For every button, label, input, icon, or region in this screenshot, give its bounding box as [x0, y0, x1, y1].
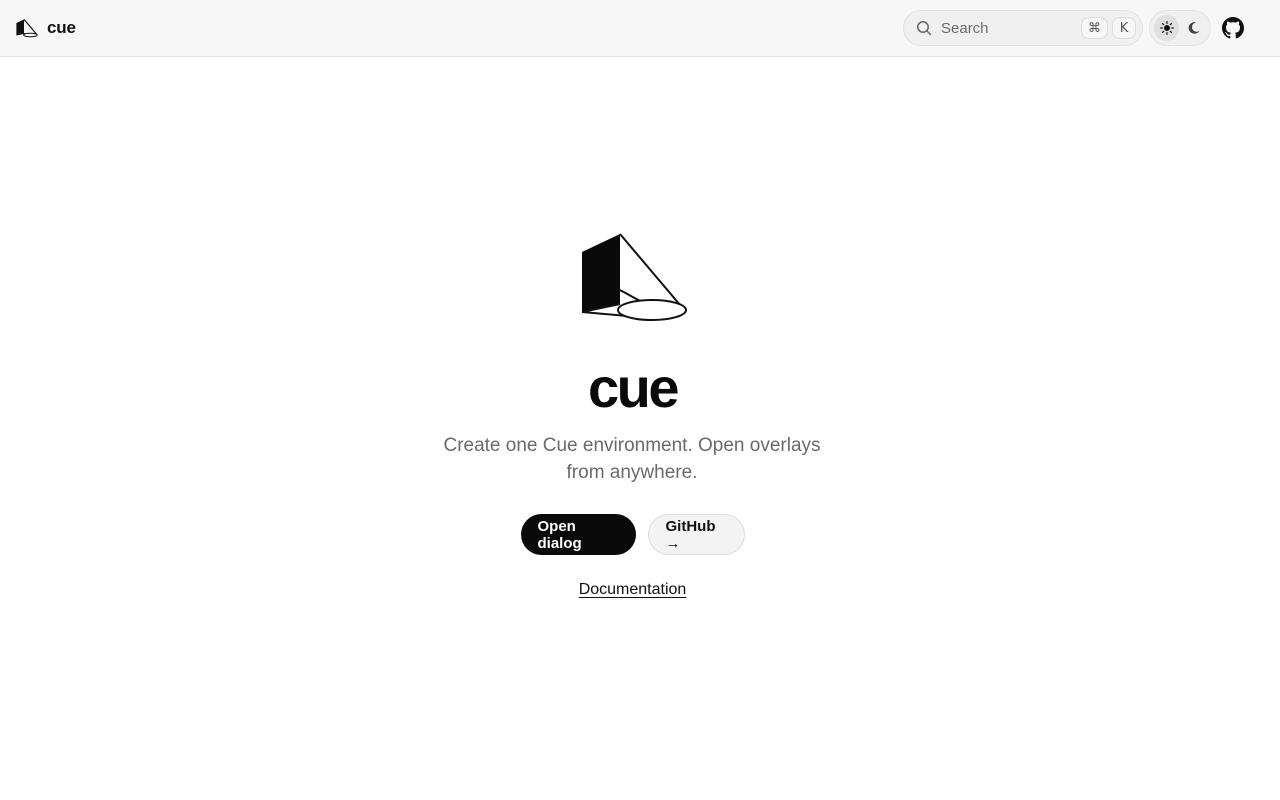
github-icon [1222, 17, 1244, 39]
hero-title: cue [588, 356, 680, 419]
github-link[interactable] [1221, 16, 1245, 40]
light-theme-button[interactable] [1154, 15, 1179, 41]
brand-home-link[interactable]: cue [16, 16, 76, 40]
shortcut-key-command: ⌘ [1081, 17, 1108, 39]
open-dialog-button[interactable]: Open dialog [520, 514, 636, 555]
documentation-link[interactable]: Documentation [579, 581, 687, 598]
hero-actions: Open dialog GitHub → [0, 514, 1265, 555]
brand-name: cue [47, 18, 76, 37]
shortcut-key-k: K [1112, 17, 1136, 39]
github-button[interactable]: GitHub → [647, 514, 745, 555]
dark-theme-button[interactable] [1181, 15, 1206, 41]
documentation-link-container: Documentation [0, 579, 1265, 601]
search-icon [915, 19, 933, 37]
top-header: cue Search ⌘ K [0, 0, 1280, 57]
theme-toggle [1149, 10, 1211, 46]
search-box[interactable]: Search ⌘ K [903, 10, 1143, 46]
hero-logo-icon [580, 232, 690, 322]
cue-logo-icon [16, 18, 38, 38]
search-placeholder: Search [941, 19, 989, 37]
hero-subtitle: Create one Cue environment. Open overlay… [443, 435, 821, 483]
moon-icon [1188, 22, 1200, 34]
sun-icon [1159, 21, 1174, 35]
